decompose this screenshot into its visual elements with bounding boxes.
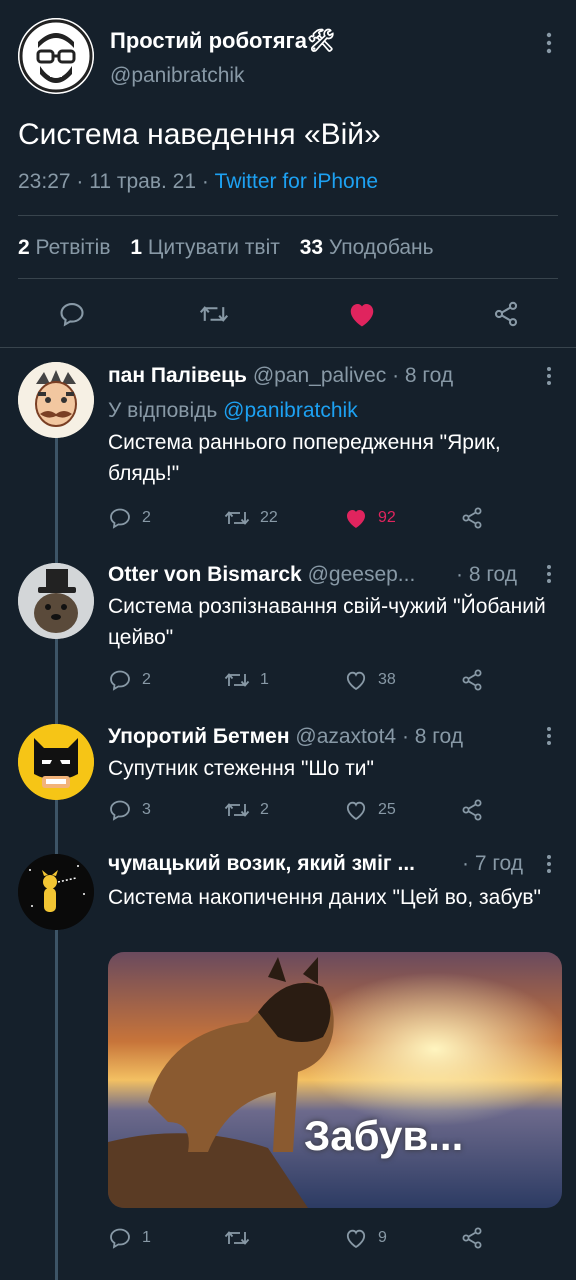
reply-button[interactable]: 3 bbox=[108, 795, 151, 825]
retweet-button[interactable]: 2 bbox=[224, 795, 269, 825]
divider bbox=[18, 215, 558, 216]
reply-author-name[interactable]: чумацький возик, який зміг ... bbox=[108, 852, 415, 875]
media-caption: Забув... bbox=[304, 1112, 464, 1159]
share-icon bbox=[462, 1227, 482, 1249]
more-icon[interactable] bbox=[546, 854, 552, 874]
tweet-text: Система наведення «Вій» bbox=[18, 118, 381, 151]
like-button[interactable]: 25 bbox=[344, 795, 396, 825]
like-count: 25 bbox=[378, 801, 396, 818]
reply-actions: 3 2 25 bbox=[108, 795, 508, 825]
retweet-count: 2 bbox=[260, 801, 269, 818]
tweet-timestamp: 23:27 · 11 трав. 21 · bbox=[18, 170, 215, 193]
reply-count: 2 bbox=[142, 509, 151, 526]
like-icon[interactable] bbox=[342, 294, 382, 334]
reply-author-name[interactable]: пан Палівець bbox=[108, 364, 247, 387]
retweet-count: 22 bbox=[260, 509, 278, 526]
share-icon bbox=[462, 669, 482, 691]
reply-author-handle[interactable]: @geesep... bbox=[308, 563, 416, 586]
reply-icon bbox=[110, 800, 130, 821]
reply-author-handle[interactable]: @pan_palivec bbox=[253, 364, 386, 387]
like-icon bbox=[347, 510, 365, 528]
reply-header: пан Палівець @pan_palivec · 8 год bbox=[108, 364, 548, 388]
reply-text: Супутник стеження "Шо ти" bbox=[108, 757, 374, 780]
reply-count: 3 bbox=[142, 801, 151, 818]
retweet-icon[interactable] bbox=[194, 294, 234, 334]
reply-header: чумацький возик, який зміг ... bbox=[108, 852, 460, 876]
share-icon bbox=[462, 799, 482, 821]
reply-text: Система раннього попередження "Ярик, бля… bbox=[108, 431, 501, 485]
reply-avatar[interactable] bbox=[18, 854, 94, 930]
reply-time: · 8 год bbox=[401, 725, 463, 748]
tweet-actions bbox=[0, 294, 576, 334]
retweets-stat[interactable]: 2 Ретвітів bbox=[18, 236, 110, 259]
like-icon bbox=[346, 1229, 366, 1249]
reply-time: · 8 год bbox=[392, 364, 454, 387]
reply-avatar[interactable] bbox=[18, 563, 94, 639]
like-count: 9 bbox=[378, 1229, 387, 1246]
retweet-button[interactable]: 22 bbox=[224, 503, 278, 533]
reply-author-name[interactable]: Otter von Bismarck bbox=[108, 563, 302, 586]
quotes-stat[interactable]: 1 Цитувати твіт bbox=[130, 236, 280, 259]
reply-icon[interactable] bbox=[52, 294, 92, 334]
retweet-count: 1 bbox=[260, 671, 269, 688]
share-button[interactable] bbox=[460, 795, 494, 825]
reply-icon bbox=[110, 1228, 130, 1249]
author-handle[interactable]: @panibratchik bbox=[110, 64, 245, 88]
reply-count: 1 bbox=[142, 1229, 151, 1246]
like-icon bbox=[346, 801, 366, 821]
author-avatar[interactable] bbox=[18, 18, 94, 94]
share-button[interactable] bbox=[460, 1223, 494, 1253]
retweet-button[interactable]: 1 bbox=[224, 665, 269, 695]
reply-text: Система накопичення даних "Цей во, забув… bbox=[108, 886, 541, 909]
share-button[interactable] bbox=[460, 503, 494, 533]
reply-button[interactable]: 2 bbox=[108, 503, 151, 533]
reply-header: Упоротий Бетмен @azaxtot4 · 8 год bbox=[108, 725, 548, 749]
reply-avatar[interactable] bbox=[18, 362, 94, 438]
likes-stat[interactable]: 33 Уподобань bbox=[300, 236, 434, 259]
divider bbox=[18, 278, 558, 279]
retweet-icon bbox=[224, 803, 250, 817]
reply-to-line: У відповідь @panibratchik bbox=[108, 399, 358, 422]
reply-icon bbox=[110, 670, 130, 691]
tweet-meta: 23:27 · 11 трав. 21 · Twitter for iPhone bbox=[18, 170, 378, 194]
reply-avatar[interactable] bbox=[18, 724, 94, 800]
reply-actions: 2 1 38 bbox=[108, 665, 508, 695]
reply-to-handle[interactable]: @panibratchik bbox=[223, 399, 358, 422]
reply-text: Система розпізнавання свій-чужий "Йобани… bbox=[108, 595, 546, 649]
reply-author-name[interactable]: Упоротий Бетмен bbox=[108, 725, 290, 748]
retweet-button[interactable] bbox=[224, 1223, 260, 1253]
reply-author-handle[interactable]: @azaxtot4 bbox=[295, 725, 396, 748]
retweet-icon bbox=[224, 673, 250, 687]
share-icon[interactable] bbox=[486, 294, 526, 334]
like-count: 38 bbox=[378, 671, 396, 688]
like-icon bbox=[346, 671, 366, 691]
reply-time: · 8 год bbox=[456, 563, 518, 586]
more-icon[interactable] bbox=[546, 726, 552, 746]
divider bbox=[0, 347, 576, 348]
retweet-icon bbox=[224, 511, 250, 525]
tweet-client-link[interactable]: Twitter for iPhone bbox=[215, 170, 378, 193]
like-button[interactable]: 9 bbox=[344, 1223, 387, 1253]
author-name[interactable]: Простий роботяга🛠 bbox=[110, 28, 335, 54]
share-button[interactable] bbox=[460, 665, 494, 695]
reply-time: · 7 год bbox=[462, 852, 524, 875]
more-icon[interactable] bbox=[546, 564, 552, 584]
like-button[interactable]: 92 bbox=[344, 503, 396, 533]
reply-actions: 1 9 bbox=[108, 1223, 508, 1253]
retweet-icon bbox=[224, 1231, 250, 1245]
more-icon[interactable] bbox=[546, 366, 552, 386]
like-button[interactable]: 38 bbox=[344, 665, 396, 695]
reply-icon bbox=[110, 508, 130, 529]
reply-media-image[interactable]: Забув... bbox=[108, 952, 562, 1208]
share-icon bbox=[462, 507, 482, 529]
reply-button[interactable]: 1 bbox=[108, 1223, 151, 1253]
more-icon[interactable] bbox=[546, 32, 552, 54]
reply-actions: 2 22 92 bbox=[108, 503, 508, 533]
like-count: 92 bbox=[378, 509, 396, 526]
reply-count: 2 bbox=[142, 671, 151, 688]
reply-button[interactable]: 2 bbox=[108, 665, 151, 695]
tweet-stats: 2 Ретвітів 1 Цитувати твіт 33 Уподобань bbox=[18, 236, 434, 260]
